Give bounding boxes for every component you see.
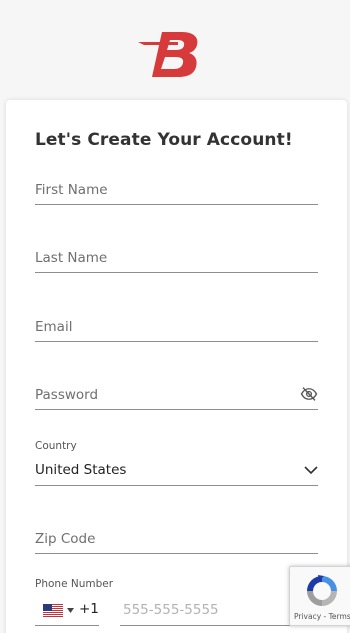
country-value: United States	[35, 462, 127, 478]
country-select[interactable]: United States	[35, 458, 318, 486]
signup-card: Let's Create Your Account! Country Unite…	[6, 100, 347, 633]
recaptcha-links[interactable]: Privacy - Terms	[294, 612, 350, 621]
password-field	[35, 380, 318, 410]
email-field	[35, 312, 318, 342]
email-input[interactable]	[35, 312, 318, 341]
chevron-down-icon	[304, 466, 318, 475]
zip-field	[35, 524, 318, 554]
caret-down-icon	[67, 608, 74, 613]
last-name-field	[35, 243, 318, 273]
first-name-field	[35, 175, 318, 205]
signup-page: Let's Create Your Account! Country Unite…	[0, 0, 350, 633]
dial-code: +1	[79, 601, 99, 617]
zip-input[interactable]	[35, 524, 318, 553]
b-logo-icon	[138, 32, 198, 77]
recaptcha-icon	[307, 575, 337, 606]
last-name-input[interactable]	[35, 243, 318, 272]
password-input[interactable]	[35, 380, 318, 409]
page-title: Let's Create Your Account!	[35, 130, 293, 150]
phone-row: +1	[35, 594, 318, 626]
phone-label: Phone Number	[35, 578, 114, 590]
country-label: Country	[35, 440, 77, 452]
first-name-input[interactable]	[35, 175, 318, 204]
eye-slash-icon[interactable]	[300, 385, 318, 403]
us-flag-icon	[43, 604, 63, 617]
country-code-select[interactable]: +1	[35, 594, 99, 626]
recaptcha-badge[interactable]: Privacy - Terms	[289, 566, 350, 626]
